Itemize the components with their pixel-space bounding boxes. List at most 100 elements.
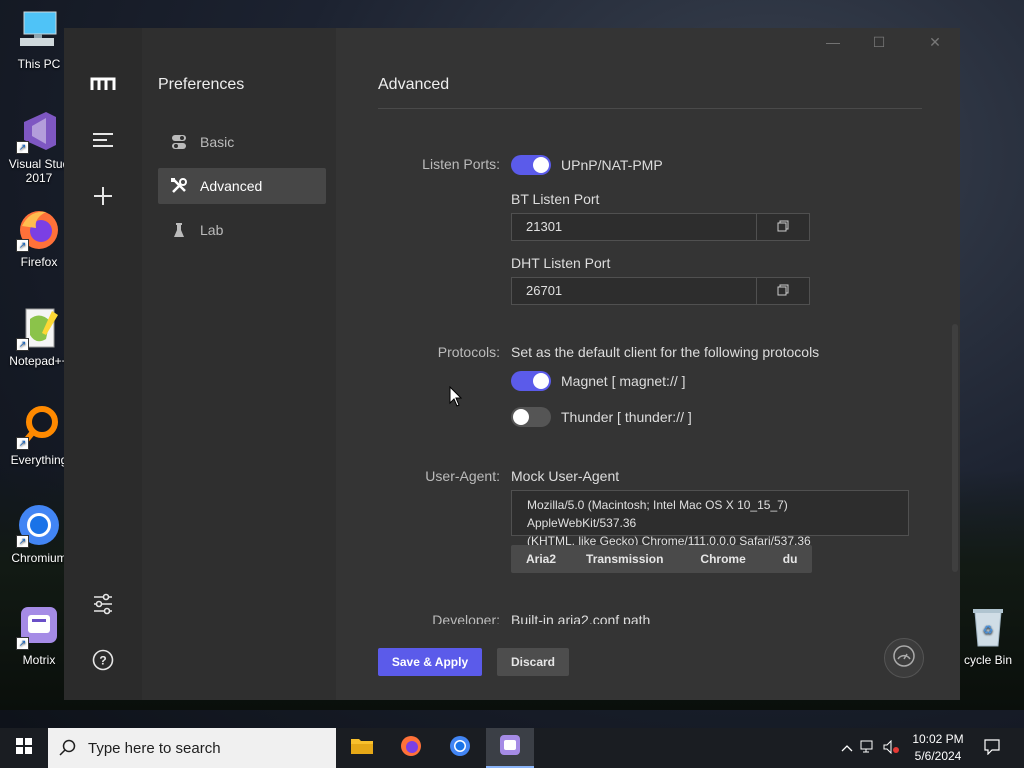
user-agent-textarea[interactable]: Mozilla/5.0 (Macintosh; Intel Mac OS X 1… bbox=[511, 490, 909, 548]
desktop-icon-recycle-bin[interactable]: ♻ cycle Bin bbox=[950, 604, 1024, 667]
desktop-icon-label: This PC bbox=[17, 57, 61, 71]
bt-port-value[interactable]: 21301 bbox=[512, 214, 757, 240]
bt-port-input[interactable]: 21301 bbox=[511, 213, 810, 241]
everything-search-icon: ↗ bbox=[16, 404, 62, 450]
advanced-settings-panel: — ☐ ✕ Advanced Listen Ports: UPnP/NAT-PM… bbox=[336, 28, 960, 700]
user-agent-presets: Aria2 Transmission Chrome du bbox=[511, 545, 813, 573]
desktop-icon-label: Visual Stud 2017 bbox=[8, 157, 70, 185]
flask-icon bbox=[170, 221, 188, 239]
notification-center-button[interactable] bbox=[980, 728, 1004, 768]
nav-item-label: Basic bbox=[200, 134, 235, 150]
close-button[interactable]: ✕ bbox=[920, 34, 950, 51]
dht-port-label: DHT Listen Port bbox=[511, 255, 611, 271]
developer-label: Developer: bbox=[432, 612, 500, 624]
user-agent-label: User-Agent: bbox=[425, 468, 500, 484]
nav-item-advanced[interactable]: Advanced bbox=[158, 168, 326, 204]
thunder-label: Thunder [ thunder:// ] bbox=[561, 409, 692, 425]
save-apply-button[interactable]: Save & Apply bbox=[378, 648, 482, 676]
taskbar-firefox[interactable] bbox=[387, 728, 435, 768]
dice-icon bbox=[777, 220, 789, 235]
preferences-title: Preferences bbox=[158, 76, 245, 93]
user-agent-line-1: Mozilla/5.0 (Macintosh; Intel Mac OS X 1… bbox=[527, 498, 788, 530]
taskbar: Type here to search 10:02 PM 5/6/2024 bbox=[0, 728, 1024, 768]
desktop-icon-label: Everything bbox=[10, 453, 68, 467]
ua-preset-aria2-button[interactable]: Aria2 bbox=[511, 545, 571, 573]
toggle-icon bbox=[170, 133, 188, 151]
volume-muted-icon[interactable] bbox=[883, 739, 899, 757]
magnet-label: Magnet [ magnet:// ] bbox=[561, 373, 686, 389]
desktop-icon-label: Motrix bbox=[22, 653, 56, 667]
motrix-logo-icon[interactable] bbox=[89, 70, 117, 98]
aria2-conf-path-label: Built-in aria2.conf path bbox=[511, 612, 651, 624]
randomize-bt-port-button[interactable] bbox=[757, 214, 809, 240]
computer-icon bbox=[16, 8, 62, 54]
nav-item-basic[interactable]: Basic bbox=[158, 124, 326, 160]
magnet-toggle[interactable] bbox=[511, 371, 551, 391]
help-icon[interactable]: ? bbox=[89, 646, 117, 674]
speedometer-button[interactable] bbox=[884, 638, 924, 678]
desktop-icon-label: Notepad++ bbox=[9, 354, 69, 368]
start-button[interactable] bbox=[0, 728, 48, 768]
preferences-icon[interactable] bbox=[89, 590, 117, 618]
search-placeholder: Type here to search bbox=[88, 739, 221, 757]
taskbar-motrix[interactable] bbox=[486, 728, 534, 768]
developer-row: Developer: Built-in aria2.conf path bbox=[336, 602, 960, 624]
firefox-icon bbox=[399, 734, 423, 763]
minimize-button[interactable]: — bbox=[818, 34, 848, 50]
svg-text:♻: ♻ bbox=[983, 623, 994, 637]
nav-item-label: Lab bbox=[200, 222, 224, 238]
nav-item-lab[interactable]: Lab bbox=[158, 212, 326, 248]
taskbar-clock[interactable]: 10:02 PM 5/6/2024 bbox=[906, 731, 970, 765]
firefox-icon: ↗ bbox=[16, 206, 62, 252]
recycle-bin-icon: ♻ bbox=[965, 604, 1011, 650]
desktop-icon-label: Firefox bbox=[20, 255, 58, 269]
nav-item-label: Advanced bbox=[200, 178, 263, 194]
thunder-toggle[interactable] bbox=[511, 407, 551, 427]
notification-icon bbox=[984, 738, 1000, 758]
mouse-cursor-icon bbox=[449, 385, 463, 413]
windows-logo-icon bbox=[16, 737, 32, 759]
speedometer-icon bbox=[892, 644, 916, 673]
network-icon[interactable] bbox=[860, 740, 876, 757]
add-task-icon[interactable] bbox=[89, 182, 117, 210]
scrollbar[interactable] bbox=[952, 324, 958, 572]
bt-port-label: BT Listen Port bbox=[511, 191, 600, 207]
page-title: Advanced bbox=[378, 76, 450, 93]
taskbar-search-box[interactable]: Type here to search bbox=[48, 728, 336, 768]
taskbar-file-explorer[interactable] bbox=[338, 728, 386, 768]
dht-port-input[interactable]: 26701 bbox=[511, 277, 810, 305]
maximize-button[interactable]: ☐ bbox=[864, 34, 894, 51]
preferences-nav: Preferences Basic Advanced Lab bbox=[142, 28, 336, 700]
tasks-menu-icon[interactable] bbox=[89, 126, 117, 154]
protocols-description: Set as the default client for the follow… bbox=[511, 344, 820, 360]
discard-button[interactable]: Discard bbox=[497, 648, 569, 676]
chevron-up-icon[interactable] bbox=[841, 741, 853, 755]
listen-ports-label: Listen Ports: bbox=[422, 156, 500, 172]
icon-rail: ? bbox=[64, 28, 142, 700]
upnp-toggle[interactable] bbox=[511, 155, 551, 175]
search-icon bbox=[48, 739, 88, 757]
chromium-icon bbox=[448, 734, 472, 763]
tools-icon bbox=[170, 177, 188, 195]
motrix-icon bbox=[498, 733, 522, 762]
ua-preset-chrome-button[interactable]: Chrome bbox=[678, 545, 767, 573]
svg-text:?: ? bbox=[99, 654, 106, 668]
clock-date: 5/6/2024 bbox=[914, 749, 962, 763]
folder-icon bbox=[350, 736, 374, 761]
mock-user-agent-title: Mock User-Agent bbox=[511, 468, 620, 484]
taskbar-chromium[interactable] bbox=[436, 728, 484, 768]
protocols-label: Protocols: bbox=[437, 344, 500, 360]
ua-preset-du-button[interactable]: du bbox=[768, 545, 813, 573]
desktop-icon-label: Chromium bbox=[11, 551, 67, 565]
dice-icon bbox=[777, 284, 789, 299]
dht-port-value[interactable]: 26701 bbox=[512, 278, 757, 304]
system-tray bbox=[838, 728, 902, 768]
notepad-icon: ↗ bbox=[16, 305, 62, 351]
title-divider bbox=[378, 108, 922, 109]
randomize-dht-port-button[interactable] bbox=[757, 278, 809, 304]
visual-studio-icon: ↗ bbox=[16, 108, 62, 154]
desktop-icon-label: cycle Bin bbox=[963, 653, 1013, 667]
upnp-label: UPnP/NAT-PMP bbox=[561, 157, 663, 173]
ua-preset-transmission-button[interactable]: Transmission bbox=[571, 545, 678, 573]
chromium-icon: ↗ bbox=[16, 502, 62, 548]
